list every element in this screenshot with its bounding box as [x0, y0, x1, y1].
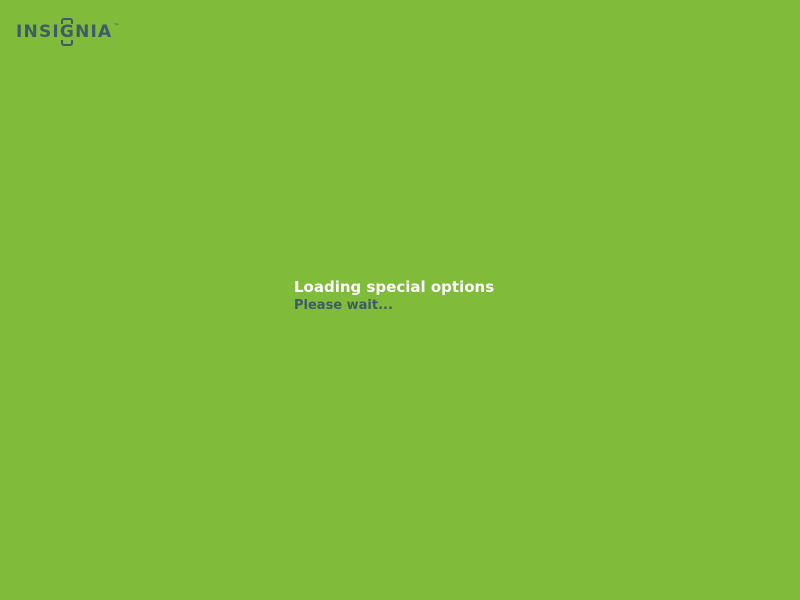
loading-subtitle: Please wait... [294, 298, 393, 313]
logo-bracket-letter: G [60, 17, 75, 47]
trademark-symbol: ™ [113, 23, 120, 30]
logo-wordmark: INSIGNIA [16, 17, 112, 47]
loading-title: Loading special options [294, 278, 495, 296]
insignia-logo: INSIGNIA ™ [16, 17, 119, 47]
loading-message: Loading special options Please wait... [294, 277, 494, 315]
loading-screen: INSIGNIA ™ Loading special options Pleas… [0, 0, 800, 600]
logo-text-start: INSI [16, 22, 60, 42]
logo-text-end: NIA [75, 22, 113, 42]
